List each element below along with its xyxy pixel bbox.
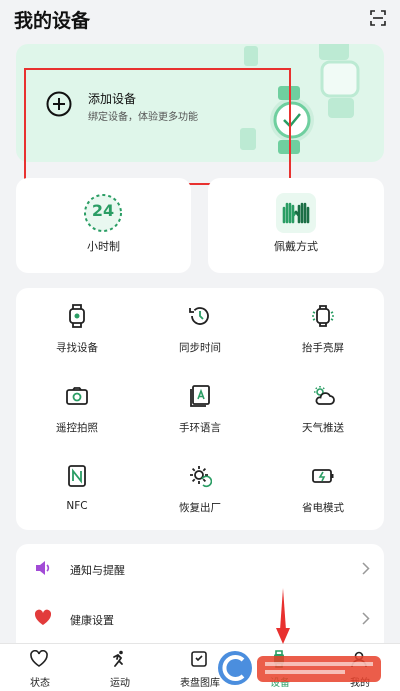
battery-saver-icon	[312, 469, 334, 483]
camera-icon	[66, 387, 88, 405]
nav-status[interactable]: 状态	[0, 644, 80, 691]
tool-nfc[interactable]: NFC	[16, 448, 138, 528]
list-item-label: 通知与提醒	[70, 564, 125, 577]
highlight-box	[24, 68, 291, 185]
clock-24-number: 24	[91, 201, 115, 220]
tool-label: 同步时间	[179, 342, 221, 354]
watermark-logo-icon	[218, 651, 381, 685]
speaker-icon	[36, 561, 50, 575]
tool-label: 天气推送	[302, 422, 344, 434]
heart-outline-icon	[30, 650, 48, 667]
tool-language[interactable]: 手环语言	[139, 368, 261, 448]
watchface-icon	[191, 651, 207, 667]
tool-find-device[interactable]: 寻找设备	[16, 288, 138, 368]
tool-power-saving[interactable]: 省电模式	[262, 448, 384, 528]
hands-icon	[276, 193, 316, 233]
tool-sync-time[interactable]: 同步时间	[139, 288, 261, 368]
settings-list: 通知与提醒 健康设置	[16, 544, 384, 654]
language-icon	[190, 385, 210, 407]
running-icon	[113, 650, 123, 667]
header: 我的设备	[0, 0, 400, 40]
list-item-notifications[interactable]: 通知与提醒	[16, 544, 384, 594]
tool-raise-wake[interactable]: 抬手亮屏	[262, 288, 384, 368]
list-item-label: 健康设置	[70, 614, 114, 627]
tool-label: 遥控拍照	[56, 422, 98, 434]
pointer-arrow-icon	[276, 588, 290, 644]
clock-24-label: 小时制	[87, 240, 120, 253]
list-item-health[interactable]: 健康设置	[16, 594, 384, 644]
tool-label: 恢复出厂	[179, 502, 221, 514]
tool-label: 手环语言	[179, 422, 221, 434]
wear-mode-card[interactable]: 佩戴方式	[208, 178, 384, 273]
history-clock-icon	[189, 307, 209, 325]
wear-mode-label: 佩戴方式	[274, 240, 318, 253]
nfc-icon	[68, 465, 86, 487]
weather-icon	[314, 386, 335, 405]
tool-label: NFC	[66, 500, 88, 512]
nav-sport[interactable]: 运动	[80, 644, 160, 691]
nav-label: 状态	[30, 678, 50, 689]
tool-remote-camera[interactable]: 遥控拍照	[16, 368, 138, 448]
tool-factory-reset[interactable]: 恢复出厂	[139, 448, 261, 528]
tool-weather[interactable]: 天气推送	[262, 368, 384, 448]
clock-24-card[interactable]: 24 小时制	[16, 178, 191, 273]
watch-search-icon	[69, 304, 85, 328]
factory-reset-icon	[190, 466, 212, 488]
tool-label: 抬手亮屏	[302, 342, 344, 354]
tool-label: 寻找设备	[56, 342, 98, 354]
chevron-right-icon	[362, 612, 370, 625]
page-title: 我的设备	[14, 10, 91, 32]
tools-grid: 寻找设备 同步时间 抬手亮屏 遥控拍照 手环语言 天气推送 NFC 恢复出厂 省…	[16, 288, 384, 530]
heart-icon	[34, 609, 52, 625]
nav-label: 运动	[110, 678, 130, 689]
scan-icon[interactable]	[370, 10, 386, 26]
chevron-right-icon	[362, 562, 370, 575]
tool-label: 省电模式	[302, 502, 344, 514]
watch-glow-icon	[312, 305, 334, 327]
